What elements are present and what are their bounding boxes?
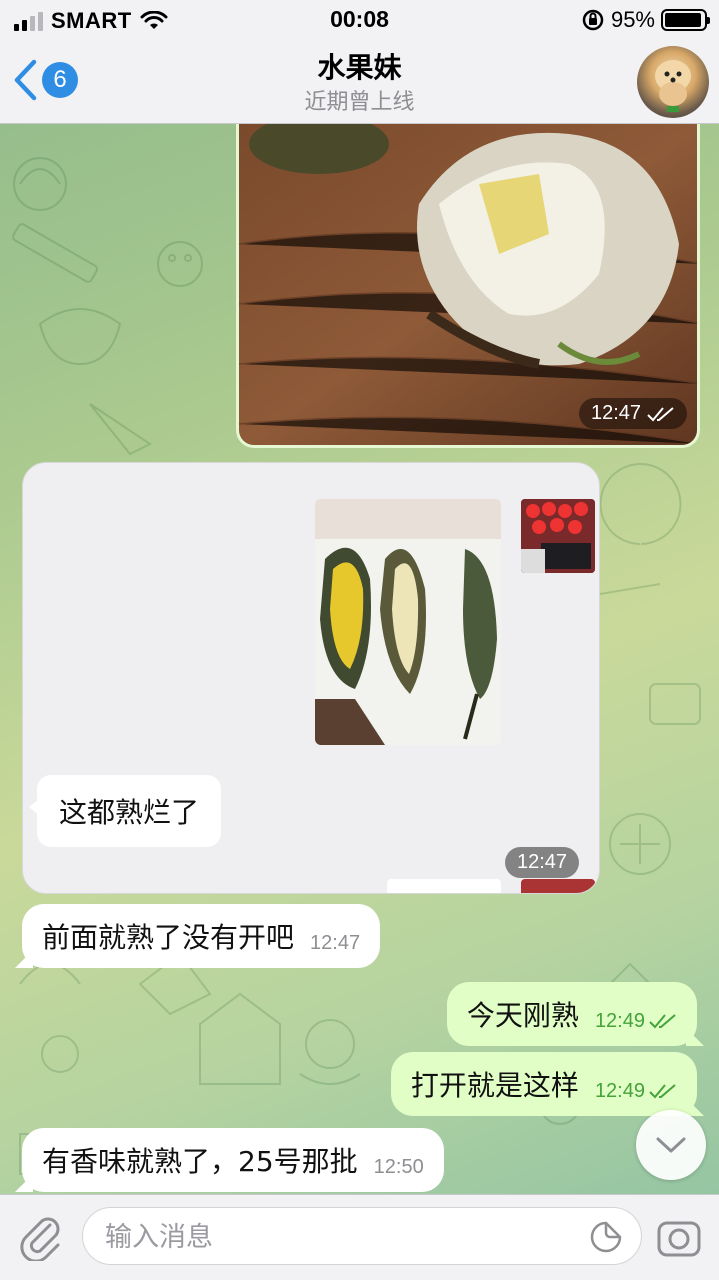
incoming-message[interactable]: 前面就熟了没有开吧 12:47 — [22, 904, 381, 968]
message-time: 12:47 — [591, 402, 642, 424]
shot-inner-bubble: 这都熟烂了 — [28, 775, 222, 847]
screenshot-time-pill: 12:47 — [505, 847, 580, 878]
status-right: 95% — [581, 7, 710, 33]
message-time-pill: 12:47 — [579, 398, 688, 429]
message-meta: 12:50 — [374, 1156, 424, 1179]
message-time: 12:49 — [594, 1009, 645, 1032]
message-meta: 12:47 — [310, 932, 360, 955]
outgoing-message[interactable]: 打开就是这样 12:49 — [390, 1052, 697, 1116]
shot-bottom-thumbnail — [521, 879, 595, 893]
shot-inner-text: 这都熟烂了 — [59, 796, 200, 829]
message-text: 打开就是这样 — [410, 1069, 579, 1102]
message-text: 今天刚熟 — [466, 999, 579, 1032]
photo-message[interactable]: 12:47 — [236, 124, 700, 448]
message-time: 12:47 — [310, 931, 361, 954]
message-meta: 12:49 — [595, 1080, 677, 1103]
message-field[interactable] — [82, 1207, 642, 1265]
screenshot-time: 12:47 — [517, 851, 568, 873]
battery-icon — [661, 9, 710, 31]
battery-percent: 95% — [610, 7, 655, 32]
shot-strawberry-thumbnail — [521, 499, 595, 573]
orientation-lock-icon — [582, 9, 604, 31]
double-check-icon — [649, 1014, 676, 1029]
screenshot-image-message[interactable]: 这都熟烂了 12:47 — [22, 462, 600, 894]
camera-icon[interactable] — [656, 1215, 702, 1259]
chat-title[interactable]: 水果妹 — [0, 46, 719, 86]
avatar[interactable] — [637, 46, 709, 118]
shot-bottom-strip — [387, 879, 501, 893]
message-input-bar — [0, 1194, 719, 1280]
message-time: 12:50 — [373, 1155, 424, 1178]
scroll-to-bottom-button[interactable] — [636, 1110, 706, 1180]
chat-header: 6 水果妹 近期曾上线 — [0, 40, 719, 124]
message-meta: 12:49 — [595, 1010, 677, 1033]
message-text: 有香味就熟了，25号那批 — [42, 1145, 358, 1178]
dog-avatar-image — [655, 60, 691, 112]
chevron-down-icon — [656, 1137, 686, 1153]
double-check-icon — [649, 1084, 676, 1099]
double-check-icon — [647, 406, 674, 421]
sticker-icon[interactable] — [589, 1220, 623, 1254]
shot-durian-photo — [315, 499, 501, 745]
status-bar: SMART 00:08 95% — [0, 0, 719, 40]
outgoing-message[interactable]: 今天刚熟 12:49 — [446, 982, 697, 1046]
message-input[interactable] — [105, 1218, 575, 1256]
message-time: 12:49 — [594, 1079, 645, 1102]
message-text: 前面就熟了没有开吧 — [42, 921, 295, 954]
incoming-message[interactable]: 有香味就熟了，25号那批 12:50 — [22, 1128, 444, 1192]
paperclip-icon[interactable] — [18, 1213, 64, 1261]
last-seen-status: 近期曾上线 — [304, 90, 415, 115]
